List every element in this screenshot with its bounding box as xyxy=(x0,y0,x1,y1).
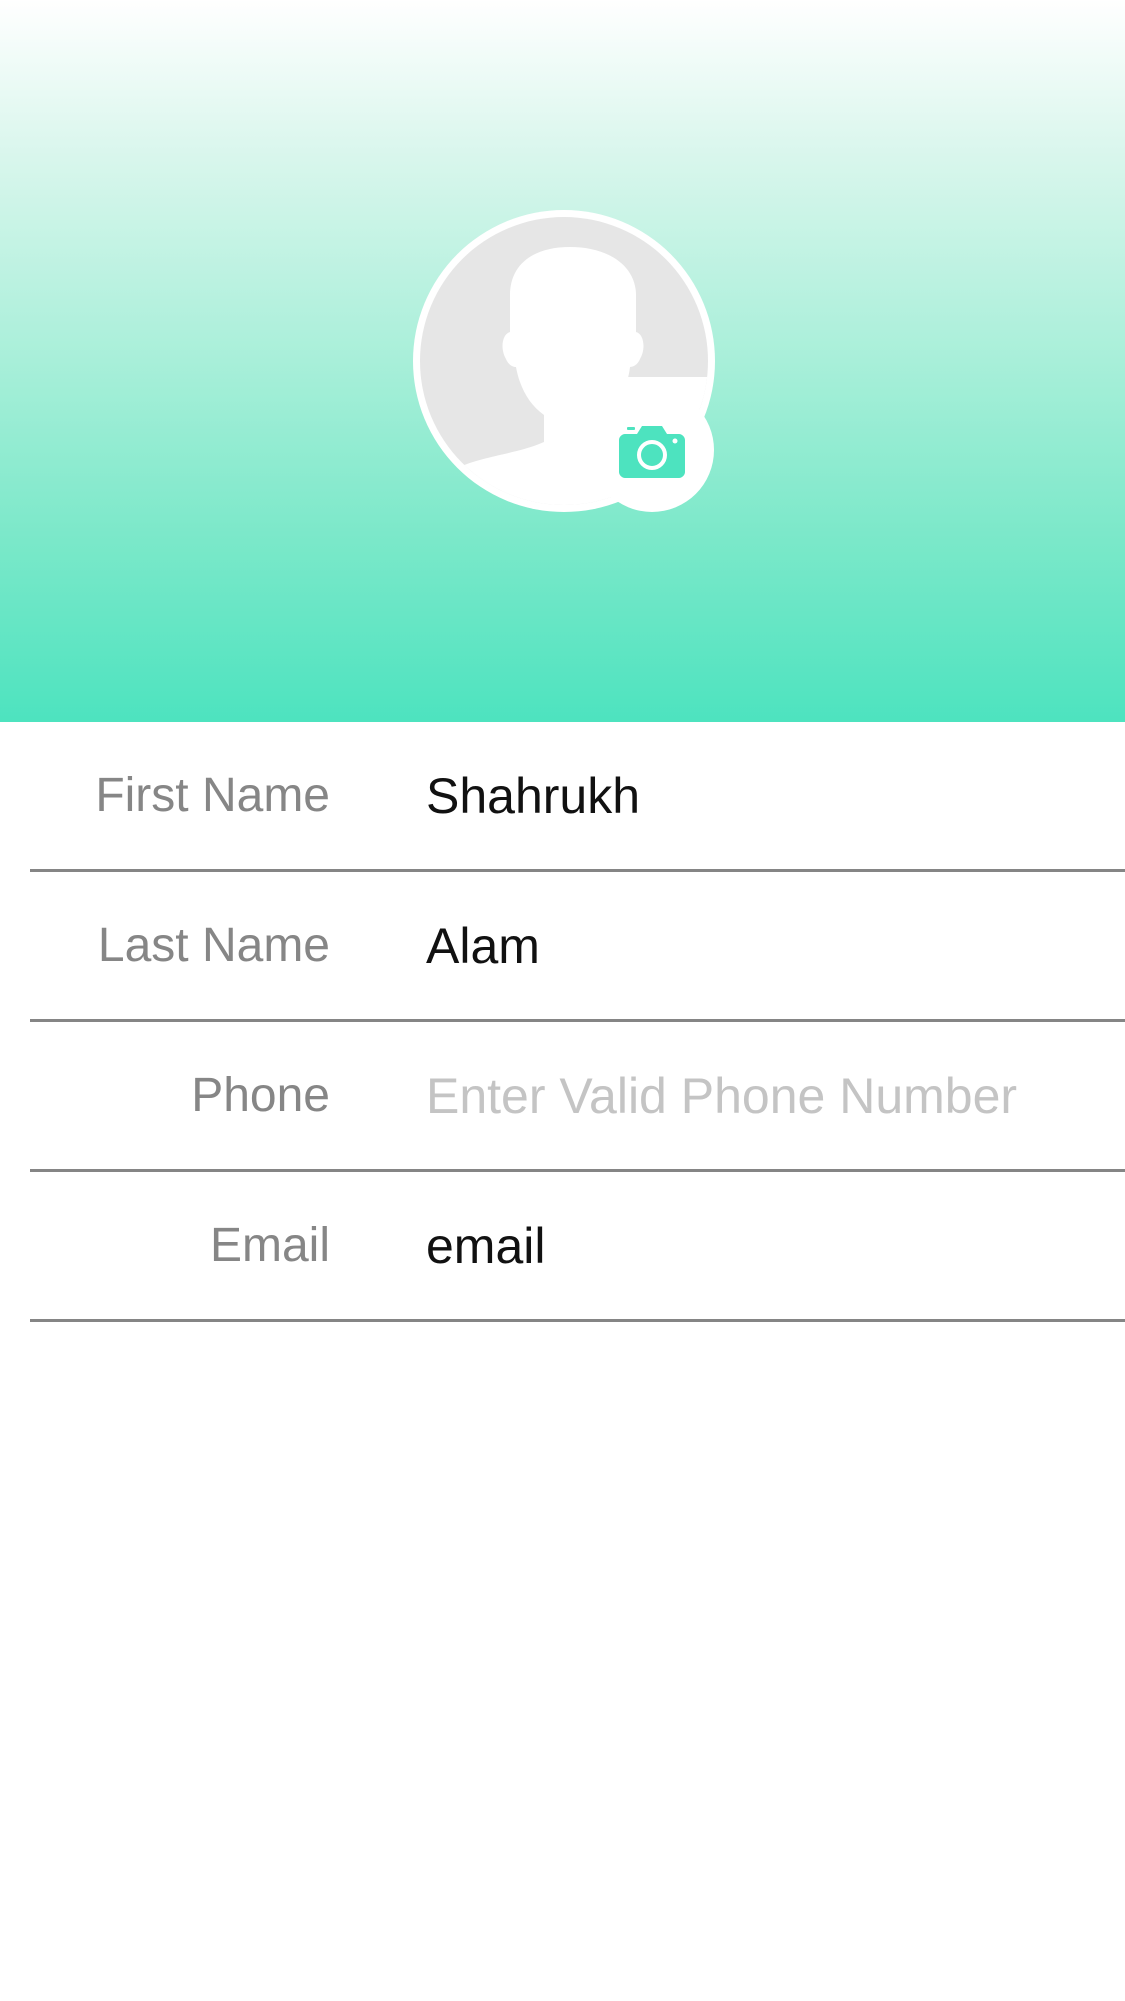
profile-header xyxy=(0,0,1125,722)
email-field[interactable] xyxy=(426,1214,1106,1278)
profile-screen: First Name Last Name Phone Email xyxy=(0,0,1125,2001)
last-name-label: Last Name xyxy=(97,919,330,972)
phone-field[interactable] xyxy=(426,1064,1106,1128)
phone-label: Phone xyxy=(191,1069,330,1122)
profile-form: First Name Last Name Phone Email xyxy=(0,722,1125,1322)
first-name-label: First Name xyxy=(95,769,330,822)
phone-row: Phone xyxy=(0,1022,1125,1172)
camera-icon xyxy=(619,426,685,478)
change-photo-button[interactable] xyxy=(590,388,714,512)
email-label: Email xyxy=(209,1219,330,1272)
last-name-row: Last Name xyxy=(0,872,1125,1022)
email-row: Email xyxy=(0,1172,1125,1322)
last-name-field[interactable] xyxy=(426,914,1106,978)
divider xyxy=(30,1319,1125,1322)
first-name-field[interactable] xyxy=(426,764,1106,828)
first-name-row: First Name xyxy=(0,722,1125,872)
